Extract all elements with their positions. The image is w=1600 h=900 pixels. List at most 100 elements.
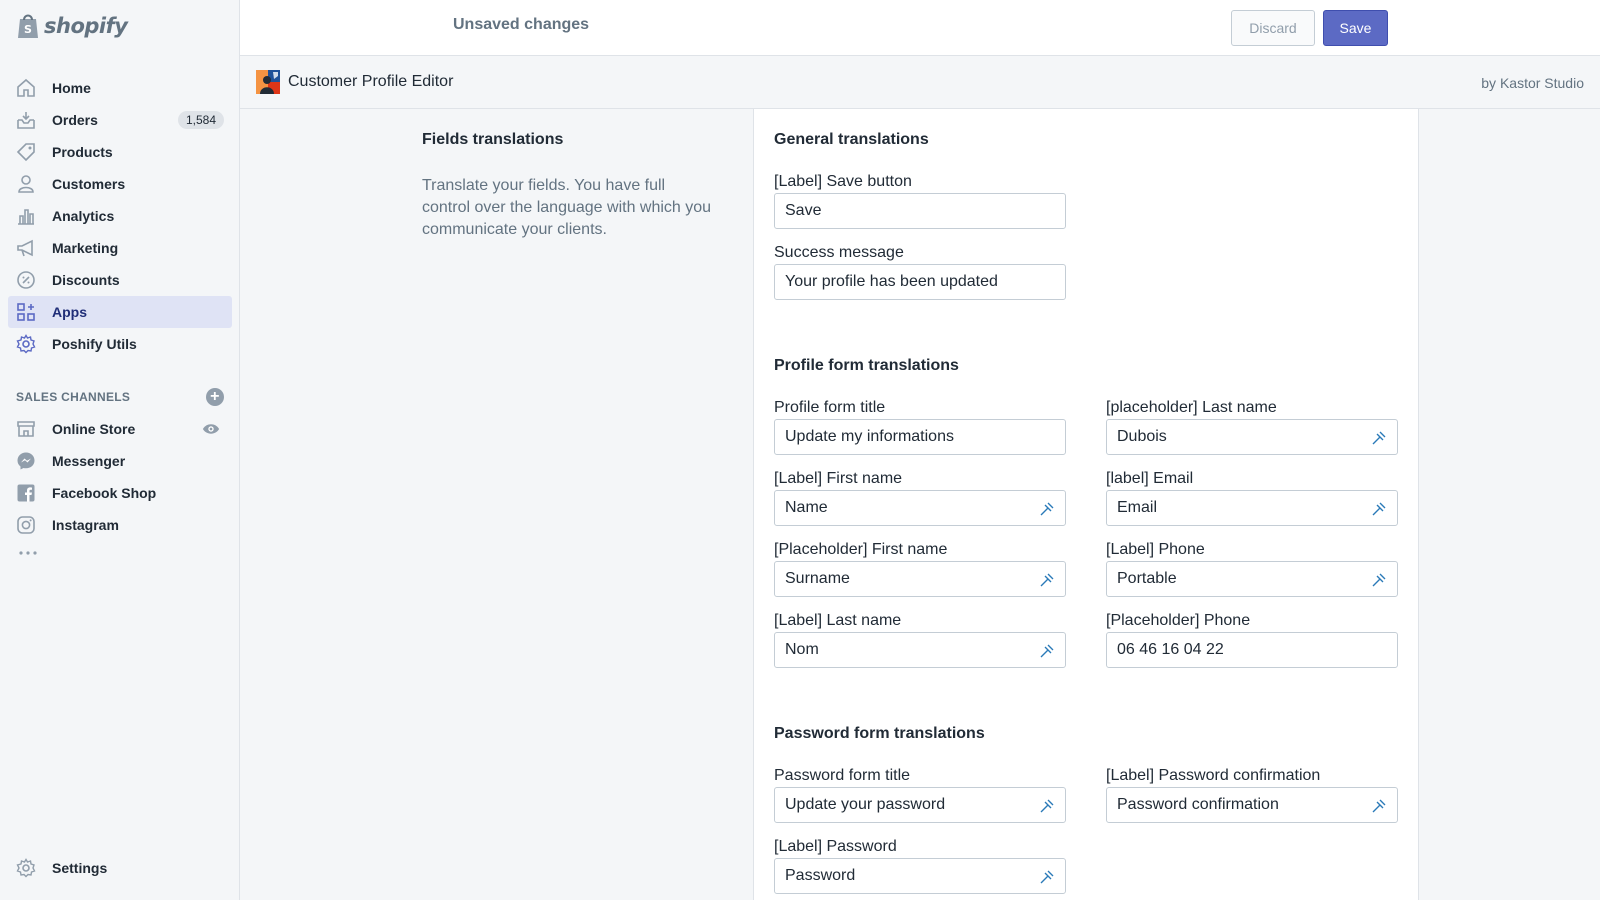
input-box [774, 193, 1066, 229]
shopify-bag-icon: S [18, 14, 38, 38]
input-box [1106, 632, 1398, 668]
sidebar-item-messenger[interactable]: Messenger [8, 445, 232, 477]
password-confirmation-label-field: [Label] Password confirmation [1106, 765, 1398, 823]
sidebar-item-label: Instagram [52, 517, 119, 533]
field-label: [Label] Last name [774, 612, 902, 629]
sales-channels-heading: SALES CHANNELS + [16, 388, 224, 406]
instagram-icon [17, 516, 35, 534]
sales-channels-list: Online Store Messenger Facebook Shop Ins… [8, 413, 232, 541]
last-name-label-input[interactable] [775, 633, 1065, 667]
save-button[interactable]: Save [1323, 10, 1388, 46]
field-label: Profile form title [774, 399, 886, 416]
sidebar-item-analytics[interactable]: Analytics [8, 200, 232, 232]
translate-pin-icon[interactable] [1371, 798, 1387, 814]
input-box [774, 858, 1066, 894]
discard-button[interactable]: Discard [1231, 10, 1315, 46]
translations-card: General translations [Label] Save button… [753, 109, 1419, 900]
settings-gear-icon [16, 858, 36, 878]
save-button-label-input[interactable] [775, 194, 1065, 228]
field-label: Password form title [774, 767, 911, 784]
facebook-icon [17, 484, 35, 502]
svg-text:S: S [24, 23, 32, 36]
sidebar-item-facebook-shop[interactable]: Facebook Shop [8, 477, 232, 509]
input-box [1106, 490, 1398, 526]
input-box [1106, 787, 1398, 823]
save-button-label-field: [Label] Save button [774, 171, 1066, 229]
last-name-placeholder-input[interactable] [1107, 420, 1397, 454]
password-form-translations-title: Password form translations [774, 725, 985, 742]
input-box [1106, 561, 1398, 597]
first-name-placeholder-input[interactable] [775, 562, 1065, 596]
add-channel-icon[interactable]: + [206, 388, 224, 406]
store-icon [17, 421, 35, 437]
settings-nav: Settings [8, 852, 232, 884]
sidebar-item-label: Home [52, 80, 91, 96]
sidebar-item-label: Online Store [52, 421, 136, 437]
translate-pin-icon[interactable] [1371, 430, 1387, 446]
main-nav: Home Orders 1,584 Products Customers Ana… [8, 72, 232, 360]
translate-pin-icon[interactable] [1039, 572, 1055, 588]
input-box [1106, 419, 1398, 455]
eye-icon[interactable] [202, 420, 220, 438]
success-message-input[interactable] [775, 265, 1065, 299]
home-icon [17, 78, 35, 97]
profile-form-translations-title: Profile form translations [774, 357, 959, 374]
sidebar-item-label: Facebook Shop [52, 485, 157, 501]
orders-icon [17, 112, 35, 129]
sidebar: S shopify Home Orders 1,584 Products Cus… [0, 0, 240, 900]
sidebar-item-label: Apps [52, 304, 87, 320]
unsaved-changes-text: Unsaved changes [453, 16, 590, 33]
password-confirmation-label-input[interactable] [1107, 788, 1397, 822]
sales-channels-label: SALES CHANNELS [16, 390, 131, 404]
sidebar-item-poshify-utils[interactable]: Poshify Utils [8, 328, 232, 360]
success-message-field: Success message [774, 242, 1066, 300]
sidebar-item-home[interactable]: Home [8, 72, 232, 104]
email-label-field: [label] Email [1106, 468, 1398, 526]
sidebar-item-discounts[interactable]: Discounts [8, 264, 232, 296]
translate-pin-icon[interactable] [1039, 643, 1055, 659]
messenger-icon [17, 452, 35, 470]
translate-pin-icon[interactable] [1039, 869, 1055, 885]
first-name-label-input[interactable] [775, 491, 1065, 525]
translate-pin-icon[interactable] [1039, 501, 1055, 517]
translate-pin-icon[interactable] [1371, 572, 1387, 588]
input-box [774, 264, 1066, 300]
app-header: Customer Profile Editor by Kastor Studio [240, 56, 1600, 109]
field-label: [label] Email [1106, 470, 1194, 487]
sidebar-item-label: Marketing [52, 240, 119, 256]
field-label: [placeholder] Last name [1106, 399, 1277, 416]
sidebar-item-apps[interactable]: Apps [8, 296, 232, 328]
sidebar-item-online-store[interactable]: Online Store [8, 413, 232, 445]
sidebar-item-instagram[interactable]: Instagram [8, 509, 232, 541]
sidebar-item-orders[interactable]: Orders 1,584 [8, 104, 232, 136]
input-box [774, 419, 1066, 455]
sidebar-item-settings[interactable]: Settings [8, 852, 232, 884]
sidebar-item-products[interactable]: Products [8, 136, 232, 168]
password-label-input[interactable] [775, 859, 1065, 893]
phone-label-field: [Label] Phone [1106, 539, 1398, 597]
first-name-placeholder-field: [Placeholder] First name [774, 539, 1066, 597]
password-label-field: [Label] Password [774, 836, 1066, 894]
shopify-logo[interactable]: S shopify [16, 12, 128, 40]
translate-pin-icon[interactable] [1039, 798, 1055, 814]
sidebar-item-marketing[interactable]: Marketing [8, 232, 232, 264]
more-channels-icon[interactable] [18, 548, 38, 558]
email-label-input[interactable] [1107, 491, 1397, 525]
sidebar-item-label: Poshify Utils [52, 336, 137, 352]
person-icon [18, 175, 34, 193]
first-name-label-field: [Label] First name [774, 468, 1066, 526]
phone-placeholder-field: [Placeholder] Phone [1106, 610, 1398, 668]
sidebar-item-label: Products [52, 144, 113, 160]
input-box [774, 632, 1066, 668]
app-developer: by Kastor Studio [1481, 75, 1584, 91]
phone-label-input[interactable] [1107, 562, 1397, 596]
input-box [774, 490, 1066, 526]
fields-translations-description: Fields translations Translate your field… [422, 131, 712, 241]
profile-form-title-input[interactable] [775, 420, 1065, 454]
password-form-title-input[interactable] [775, 788, 1065, 822]
translate-pin-icon[interactable] [1371, 501, 1387, 517]
field-label: [Placeholder] First name [774, 541, 948, 558]
last-name-placeholder-field: [placeholder] Last name [1106, 397, 1398, 455]
sidebar-item-customers[interactable]: Customers [8, 168, 232, 200]
phone-placeholder-input[interactable] [1107, 633, 1397, 667]
